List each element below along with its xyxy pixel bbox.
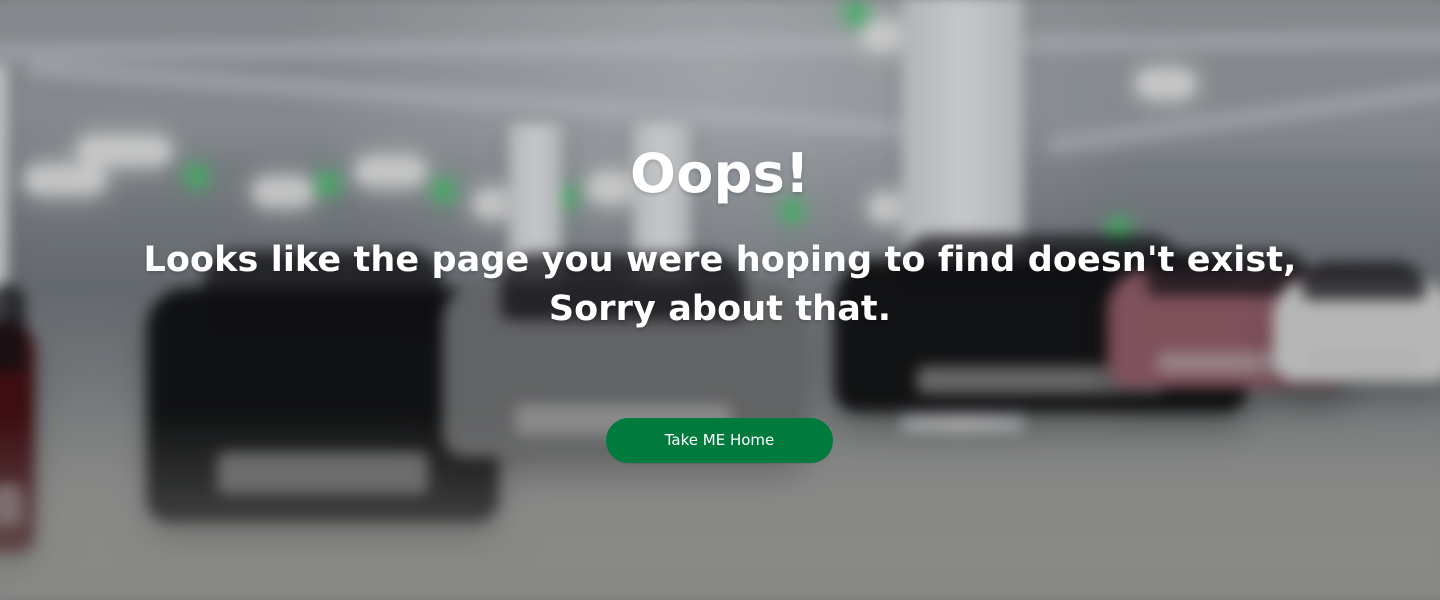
error-title: Oops! [630, 142, 810, 205]
error-message-line-1: Looks like the page you were hoping to f… [143, 240, 1297, 280]
error-message-line-2: Sorry about that. [548, 289, 892, 329]
take-me-home-button[interactable]: Take ME Home [606, 418, 833, 463]
error-message: Looks like the page you were hoping to f… [0, 236, 1440, 334]
error-hero: Oops! Looks like the page you were hopin… [0, 0, 1440, 600]
not-found-message: Oops! Looks like the page you were hopin… [0, 0, 1440, 600]
